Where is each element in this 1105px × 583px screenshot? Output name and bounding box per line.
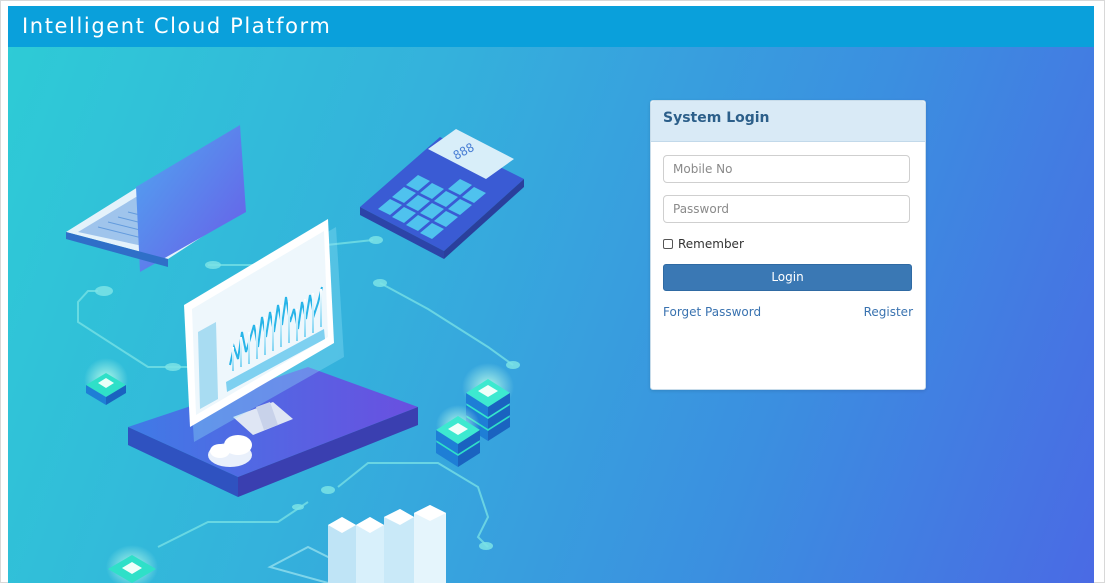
forget-password-link[interactable]: Forget Password (663, 305, 761, 319)
remember-checkbox[interactable] (663, 239, 673, 249)
app-title: Intelligent Cloud Platform (22, 14, 332, 38)
server-stack-graphic (436, 363, 514, 467)
login-card: System Login Remember Login Forget Passw… (650, 100, 926, 390)
login-button[interactable]: Login (663, 264, 912, 291)
remember-row[interactable]: Remember (663, 236, 744, 252)
chip-graphic-left (84, 358, 128, 405)
password-input[interactable] (663, 195, 910, 223)
laptop-graphic (66, 125, 246, 272)
register-link[interactable]: Register (864, 305, 913, 319)
cloud-illustration: 888 (66, 125, 524, 583)
bar-columns-graphic (267, 505, 446, 583)
mobile-input[interactable] (663, 155, 910, 183)
hero-background: 888 System Login Mobile No Remember Logi… (8, 47, 1094, 583)
top-header-bar: Intelligent Cloud Platform (8, 6, 1094, 47)
remember-label: Remember (678, 237, 744, 251)
login-card-header: System Login (651, 101, 925, 142)
login-title: System Login (663, 110, 770, 126)
chip-graphic-bottom (106, 545, 158, 583)
calculator-graphic: 888 (360, 129, 524, 259)
monitor-graphic (128, 219, 418, 497)
